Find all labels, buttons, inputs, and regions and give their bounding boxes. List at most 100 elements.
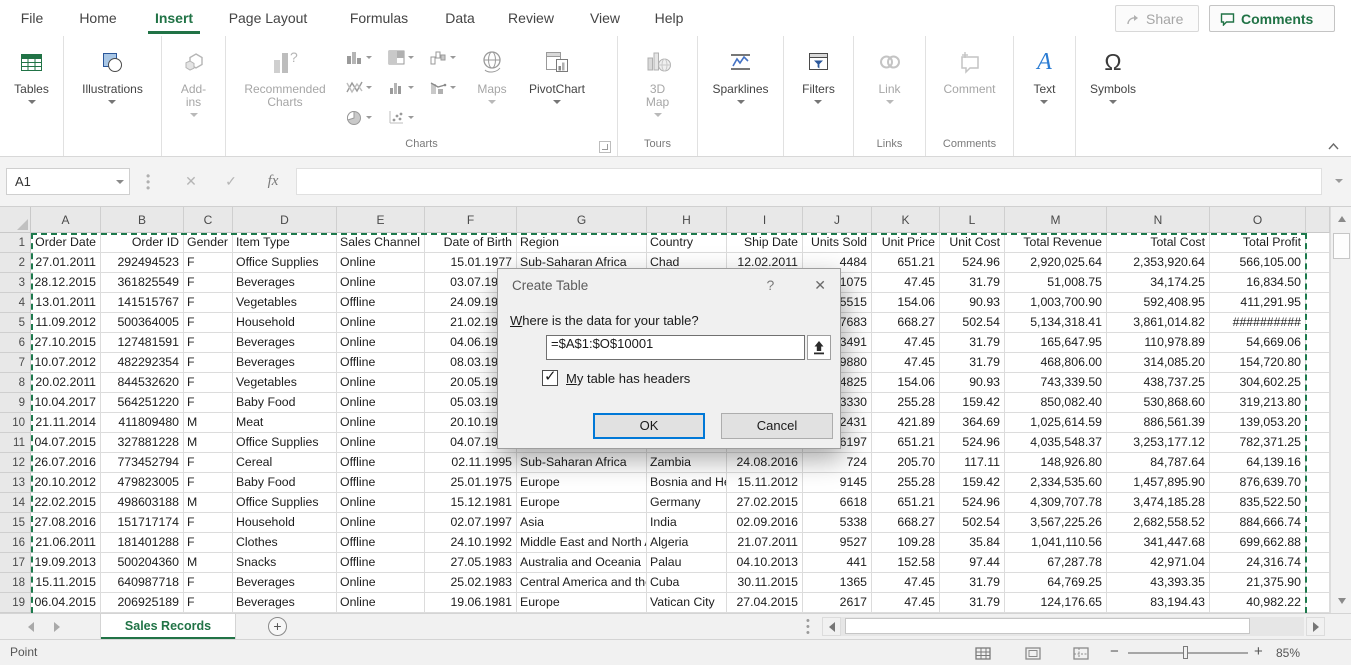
cell-N7[interactable]: 314,085.20 <box>1107 353 1210 373</box>
cell-B3[interactable]: 361825549 <box>101 273 184 293</box>
cell-B7[interactable]: 482292354 <box>101 353 184 373</box>
row-header-9[interactable]: 9 <box>0 393 31 413</box>
vertical-scroll-thumb[interactable] <box>1333 233 1350 259</box>
cell-O16[interactable]: 699,662.88 <box>1210 533 1306 553</box>
cell-L8[interactable]: 90.93 <box>940 373 1005 393</box>
cell-D7[interactable]: Beverages <box>233 353 337 373</box>
cell-I18[interactable]: 30.11.2015 <box>727 573 803 593</box>
previous-sheet-button[interactable] <box>28 622 34 632</box>
cell-N10[interactable]: 886,561.39 <box>1107 413 1210 433</box>
cell-L2[interactable]: 524.96 <box>940 253 1005 273</box>
cell-M6[interactable]: 165,647.95 <box>1005 333 1107 353</box>
cell-M18[interactable]: 64,769.25 <box>1005 573 1107 593</box>
cell-L5[interactable]: 502.54 <box>940 313 1005 333</box>
scroll-left-button[interactable] <box>822 617 841 636</box>
row-header-1[interactable]: 1 <box>0 233 31 253</box>
cell-F12[interactable]: 02.11.1995 <box>425 453 517 473</box>
cell-J13[interactable]: 9145 <box>803 473 872 493</box>
cell-C2[interactable]: F <box>184 253 233 273</box>
row-header-5[interactable]: 5 <box>0 313 31 333</box>
cell-B10[interactable]: 411809480 <box>101 413 184 433</box>
row-header-3[interactable]: 3 <box>0 273 31 293</box>
cell-C7[interactable]: F <box>184 353 233 373</box>
cell-F15[interactable]: 02.07.1997 <box>425 513 517 533</box>
row-header-10[interactable]: 10 <box>0 413 31 433</box>
cell-O1[interactable]: Total Profit <box>1210 233 1306 253</box>
cell-C15[interactable]: F <box>184 513 233 533</box>
cell-F1[interactable]: Date of Birth <box>425 233 517 253</box>
cell-N2[interactable]: 2,353,920.64 <box>1107 253 1210 273</box>
cell-J18[interactable]: 1365 <box>803 573 872 593</box>
cell-N18[interactable]: 43,393.35 <box>1107 573 1210 593</box>
ok-button[interactable]: OK <box>593 413 705 439</box>
column-header-C[interactable]: C <box>184 207 233 233</box>
zoom-slider-track[interactable] <box>1128 652 1248 654</box>
cell-E18[interactable]: Online <box>337 573 425 593</box>
cell-H18[interactable]: Cuba <box>647 573 727 593</box>
cell-partial[interactable] <box>1306 493 1330 513</box>
row-header-19[interactable]: 19 <box>0 593 31 613</box>
row-header-18[interactable]: 18 <box>0 573 31 593</box>
cell-N19[interactable]: 83,194.43 <box>1107 593 1210 613</box>
cell-L9[interactable]: 159.42 <box>940 393 1005 413</box>
cell-O12[interactable]: 64,139.16 <box>1210 453 1306 473</box>
cancel-entry-icon[interactable]: ✕ <box>176 168 206 195</box>
cell-G14[interactable]: Europe <box>517 493 647 513</box>
cell-O3[interactable]: 16,834.50 <box>1210 273 1306 293</box>
cell-I1[interactable]: Ship Date <box>727 233 803 253</box>
cell-K17[interactable]: 152.58 <box>872 553 940 573</box>
tab-help[interactable]: Help <box>646 0 692 36</box>
cell-M16[interactable]: 1,041,110.56 <box>1005 533 1107 553</box>
column-header-E[interactable]: E <box>337 207 425 233</box>
cell-I15[interactable]: 02.09.2016 <box>727 513 803 533</box>
dialog-title-bar[interactable]: Create Table ? ✕ <box>498 269 840 301</box>
cell-H14[interactable]: Germany <box>647 493 727 513</box>
row-header-2[interactable]: 2 <box>0 253 31 273</box>
cell-E4[interactable]: Offline <box>337 293 425 313</box>
cell-B12[interactable]: 773452794 <box>101 453 184 473</box>
cell-E15[interactable]: Online <box>337 513 425 533</box>
name-box-dropdown-icon[interactable] <box>116 180 124 184</box>
cell-C19[interactable]: F <box>184 593 233 613</box>
cell-F19[interactable]: 19.06.1981 <box>425 593 517 613</box>
row-header-16[interactable]: 16 <box>0 533 31 553</box>
cell-D9[interactable]: Baby Food <box>233 393 337 413</box>
cell-D10[interactable]: Meat <box>233 413 337 433</box>
cell-M8[interactable]: 743,339.50 <box>1005 373 1107 393</box>
cell-O5[interactable]: ########## <box>1210 313 1306 333</box>
cell-K12[interactable]: 205.70 <box>872 453 940 473</box>
cell-partial[interactable] <box>1306 413 1330 433</box>
cell-H15[interactable]: India <box>647 513 727 533</box>
cell-E11[interactable]: Online <box>337 433 425 453</box>
cell-B18[interactable]: 640987718 <box>101 573 184 593</box>
cell-C14[interactable]: M <box>184 493 233 513</box>
tables-button[interactable]: Tables <box>8 40 55 104</box>
cell-D14[interactable]: Office Supplies <box>233 493 337 513</box>
cell-partial[interactable] <box>1306 393 1330 413</box>
cell-C16[interactable]: F <box>184 533 233 553</box>
cell-G15[interactable]: Asia <box>517 513 647 533</box>
row-header-13[interactable]: 13 <box>0 473 31 493</box>
cell-C8[interactable]: F <box>184 373 233 393</box>
cell-D5[interactable]: Household <box>233 313 337 333</box>
cell-C3[interactable]: F <box>184 273 233 293</box>
cell-L10[interactable]: 364.69 <box>940 413 1005 433</box>
cell-K14[interactable]: 651.21 <box>872 493 940 513</box>
cell-A7[interactable]: 10.07.2012 <box>31 353 101 373</box>
cell-A18[interactable]: 15.11.2015 <box>31 573 101 593</box>
cell-K3[interactable]: 47.45 <box>872 273 940 293</box>
cell-L6[interactable]: 31.79 <box>940 333 1005 353</box>
cell-F17[interactable]: 27.05.1983 <box>425 553 517 573</box>
cell-B2[interactable]: 292494523 <box>101 253 184 273</box>
zoom-out-button[interactable]: − <box>1110 643 1119 660</box>
cell-B13[interactable]: 479823005 <box>101 473 184 493</box>
cell-E3[interactable]: Online <box>337 273 425 293</box>
cell-A16[interactable]: 21.06.2011 <box>31 533 101 553</box>
cell-L13[interactable]: 159.42 <box>940 473 1005 493</box>
tab-view[interactable]: View <box>580 0 630 36</box>
tab-strip-splitter[interactable]: ••• <box>806 618 810 636</box>
column-header-H[interactable]: H <box>647 207 727 233</box>
name-box[interactable]: A1 <box>6 168 130 195</box>
cell-O7[interactable]: 154,720.80 <box>1210 353 1306 373</box>
filters-button[interactable]: Filters <box>796 40 841 104</box>
